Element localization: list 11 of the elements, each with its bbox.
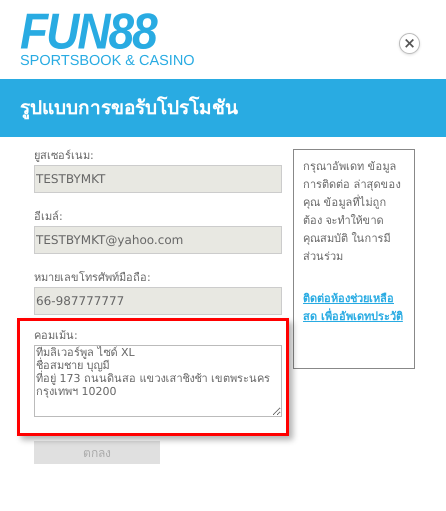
logo-wordmark: FUN88 — [20, 10, 157, 52]
close-button[interactable]: × — [399, 33, 420, 54]
field-label: อีเมล์: — [34, 210, 64, 224]
field-label: ยูสเซอร์เนม: — [34, 149, 95, 163]
logo-tagline: SPORTSBOOK & CASINO — [20, 53, 195, 69]
field-label: หมายเลขโทรศัพท์มือถือ: — [34, 271, 152, 285]
help-link[interactable]: ติดต่อห้องช่วยเหลือสด เพื่ออัพเดทประวัติ — [303, 290, 405, 326]
notice-text: กรุณาอัพเดท ข้อมูลการติดต่อ ล่าสุดของคุณ ข้อมูลที่ไม่ถูกต้อง จะทำให้ขาดคุณสมบัติ ในการมีส่วนร่วม — [303, 159, 402, 265]
dialog-title: รูปแบบการขอรับโปรโมชัน — [20, 95, 238, 122]
field-label: คอมเม้น: — [34, 329, 79, 343]
comment-field[interactable]: ทีมลิเวอร์พูล ไซด์ XL ชื่อสมชาย บุญมี ที่อยู่ 173 ถนนดินสอ แขวงเสาชิงช้า เขตพระนคร กรุงเทพฯ 10200 — [34, 345, 282, 417]
